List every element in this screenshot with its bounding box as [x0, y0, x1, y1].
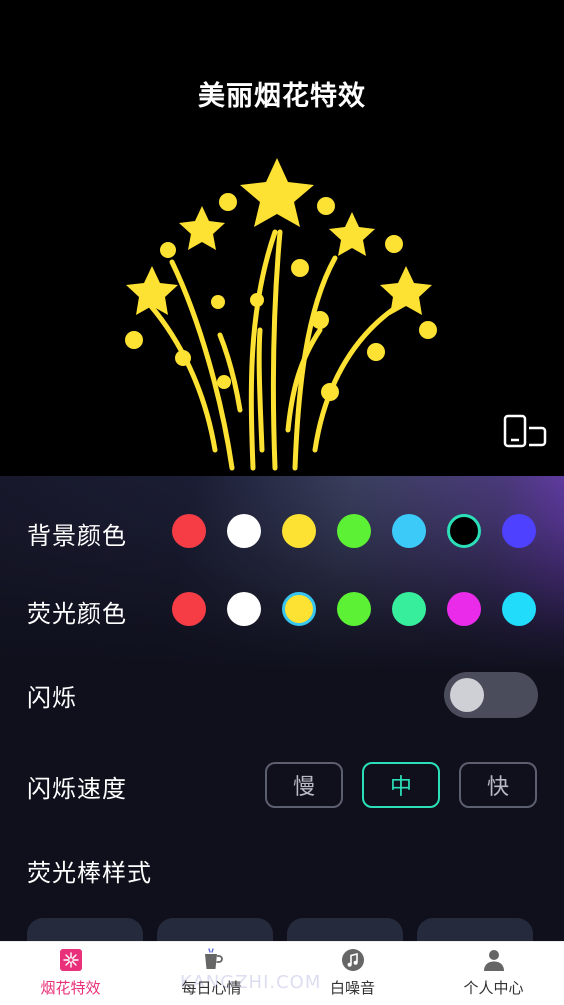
stick-style-row: 荧光棒样式 [0, 476, 564, 941]
tab-firework[interactable]: 烟花特效 [0, 942, 141, 1005]
music-note-icon [342, 949, 364, 971]
stick-style-option[interactable] [417, 918, 533, 941]
stick-style-option[interactable] [27, 918, 143, 941]
tab-white-noise-label: 白噪音 [329, 979, 375, 997]
tab-white-noise[interactable]: 白噪音 [282, 942, 423, 1005]
firework-illustration [125, 158, 437, 471]
tab-firework-label: 烟花特效 [40, 979, 101, 997]
page-title: 美丽烟花特效 [198, 81, 366, 112]
rotate-screen-icon[interactable] [502, 414, 548, 448]
cup-icon [205, 948, 223, 969]
stick-style-option[interactable] [287, 918, 403, 941]
tab-daily-mood[interactable]: 每日心情 [141, 942, 282, 1005]
stick-style-option[interactable] [157, 918, 273, 941]
stick-style-label: 荧光棒样式 [27, 859, 152, 887]
bottom-tab-bar: KANGZHI.COM 烟花特效 每日心情 白噪音 个人中心 [0, 941, 564, 1005]
firework-icon [60, 949, 82, 971]
tab-daily-mood-label: 每日心情 [181, 979, 242, 997]
settings-panel: 背景颜色 荧光颜色 闪烁 闪烁速度 慢 中 快 荧光棒样式 [0, 476, 564, 941]
preview-area: 美丽烟花特效 [0, 0, 564, 476]
tab-profile-label: 个人中心 [463, 979, 524, 997]
tab-profile[interactable]: 个人中心 [423, 942, 564, 1005]
person-icon [484, 950, 504, 971]
